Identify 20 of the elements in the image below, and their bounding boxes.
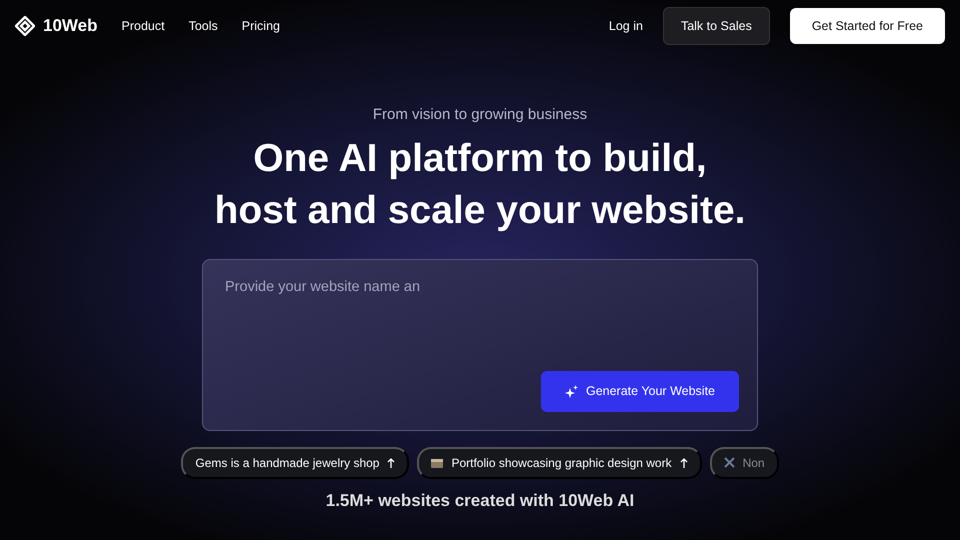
hero-heading: One AI platform to build, host and scale your website. [214,136,746,234]
nav-link[interactable]: Pricing [242,16,280,36]
nav-link[interactable]: Product [122,16,165,36]
arrow-up-icon [680,458,688,468]
suggestion-chip[interactable]: Gems is a handmade jewelry shop [181,446,410,478]
get-started-button[interactable]: Get Started for Free [790,8,945,44]
box-icon [431,458,444,468]
login-link[interactable]: Log in [608,16,643,36]
hero-tagline: From vision to growing business [372,105,588,125]
suggestion-chip[interactable]: Portfolio showcasing graphic design work [417,446,702,478]
brand-name[interactable]: 10Web [43,13,98,39]
stat-text: 1.5M+ websites created with 10Web AI [324,490,636,510]
suggestion-chip[interactable]: Non [710,446,779,478]
talk-to-sales-button[interactable]: Talk to Sales [662,6,770,46]
prompt-input-field[interactable]: Provide your website name an Generate Your Website [202,258,758,430]
generate-website-button[interactable]: Generate Your Website [540,370,739,412]
nav-link[interactable]: Tools [188,16,218,36]
logo-icon [15,16,35,36]
arrow-up-icon [387,458,396,468]
sparkle-icon [564,384,578,398]
